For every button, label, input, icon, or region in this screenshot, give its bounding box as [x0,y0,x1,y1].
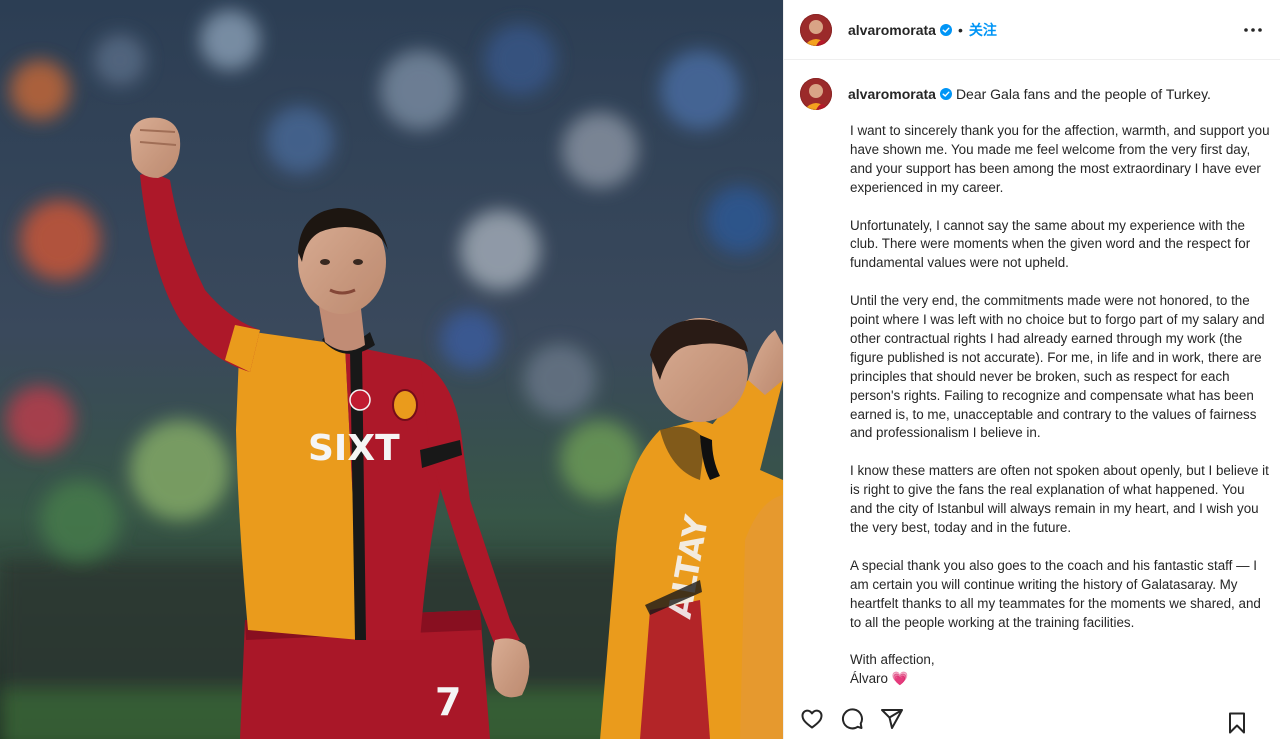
post-side-panel: alvaromorata • 关注 alvaromorata Dear Gala… [783,0,1280,739]
more-options-icon[interactable] [1241,20,1265,40]
caption-sign-off: With affection, [850,652,935,668]
bookmark-icon[interactable] [1225,711,1249,735]
post-photo-illustration: ALTAY SIXT 7 [0,0,783,739]
pink-heart-emoji: 💗 [891,671,909,687]
verified-badge-icon [939,23,952,36]
caption-avatar[interactable] [800,78,832,110]
caption-signature: Álvaro [850,671,888,687]
heart-icon[interactable] [800,707,824,731]
header-separator: • [957,21,963,38]
avatar[interactable] [800,13,832,46]
caption-verified-badge-icon [939,88,952,100]
caption-signature-line: Álvaro 💗 [850,670,1270,689]
caption-paragraph: A special thank you also goes to the coa… [850,557,1261,630]
caption-paragraph: Unfortunately, I cannot say the same abo… [850,217,1251,271]
post-caption: alvaromorata Dear Gala fans and the peop… [800,78,1270,689]
caption-paragraph: Until the very end, the commitments made… [850,293,1265,441]
action-bar [784,698,1280,739]
follow-button[interactable]: 关注 [969,20,997,40]
post-photo[interactable]: ALTAY SIXT 7 [0,0,783,739]
caption-header: alvaromorata Dear Gala fans and the peop… [800,78,1270,110]
post-header: alvaromorata • 关注 [784,0,1280,60]
caption-paragraph: I know these matters are often not spoke… [850,463,1269,535]
author-username[interactable]: alvaromorata [848,22,936,38]
caption-paragraph: I want to sincerely thank you for the af… [850,123,1270,195]
share-icon[interactable] [880,707,904,731]
comment-icon[interactable] [840,707,864,731]
instagram-post: ALTAY SIXT 7 alvaromorata • 关注 alvaromor… [0,0,1280,739]
caption-body: I want to sincerely thank you for the af… [850,122,1270,689]
caption-username[interactable]: alvaromorata [848,86,936,102]
caption-first-line: Dear Gala fans and the people of Turkey. [955,86,1211,102]
